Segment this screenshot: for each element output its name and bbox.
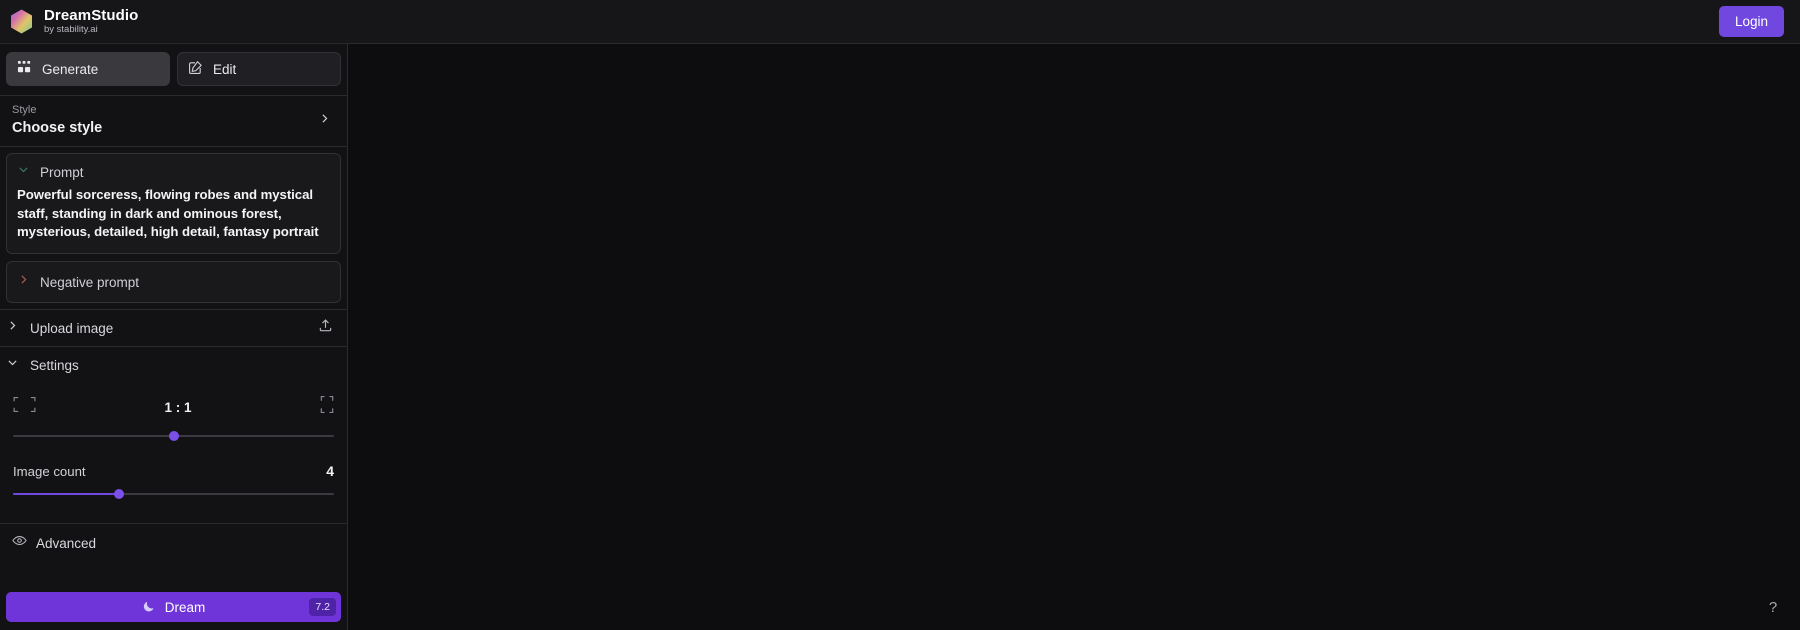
pencil-square-icon <box>188 60 203 78</box>
dreamstudio-logo-icon <box>8 8 35 35</box>
aspect-ratio-value: 1 : 1 <box>164 399 192 415</box>
tab-generate[interactable]: Generate <box>6 52 170 86</box>
slider-thumb[interactable] <box>113 489 124 500</box>
app-body: Generate Edit Style Choose style Prompt … <box>0 44 1800 630</box>
image-count-value: 4 <box>326 463 334 480</box>
style-label: Style <box>12 104 37 116</box>
chevron-right-icon <box>318 112 331 130</box>
prompt-header[interactable]: Prompt <box>17 163 330 181</box>
canvas-area[interactable]: ? <box>348 44 1800 630</box>
prompt-box[interactable]: Prompt Powerful sorceress, flowing robes… <box>6 153 341 255</box>
top-bar: DreamStudio by stability.ai Login <box>0 0 1800 44</box>
eye-icon <box>12 533 27 553</box>
advanced-row[interactable]: Advanced <box>0 523 347 562</box>
prompt-text[interactable]: Powerful sorceress, flowing robes and my… <box>17 186 330 242</box>
brand[interactable]: DreamStudio by stability.ai <box>8 6 139 36</box>
image-count-row: Image count 4 <box>13 463 334 479</box>
chevron-down-icon <box>6 356 19 374</box>
sidebar: Generate Edit Style Choose style Prompt … <box>0 44 348 630</box>
dream-button-label: Dream <box>164 599 206 615</box>
chevron-right-icon <box>6 319 19 337</box>
prompt-section: Prompt Powerful sorceress, flowing robes… <box>0 147 347 304</box>
negative-prompt-header[interactable]: Negative prompt <box>17 273 330 291</box>
advanced-label: Advanced <box>36 535 97 551</box>
login-button[interactable]: Login <box>1718 6 1784 37</box>
image-count-label: Image count <box>13 464 86 480</box>
style-value: Choose style <box>12 120 103 136</box>
settings-label: Settings <box>30 357 79 373</box>
negative-prompt-label: Negative prompt <box>40 274 140 290</box>
upload-image-row[interactable]: Upload image <box>0 309 347 346</box>
aspect-ratio-slider[interactable] <box>13 427 334 445</box>
image-count-slider[interactable] <box>13 485 334 503</box>
mode-tabs: Generate Edit <box>0 44 347 96</box>
dream-button[interactable]: Dream 7.2 <box>6 592 341 622</box>
upload-icon[interactable] <box>318 318 333 338</box>
help-button[interactable]: ? <box>1762 596 1784 618</box>
chevron-down-icon <box>17 163 30 181</box>
tab-generate-label: Generate <box>42 61 99 77</box>
tab-edit[interactable]: Edit <box>177 52 341 86</box>
landscape-frame-icon[interactable] <box>13 396 36 418</box>
prompt-label: Prompt <box>40 164 84 180</box>
dream-button-wrap: Dream 7.2 <box>6 592 341 622</box>
settings-row[interactable]: Settings <box>0 346 347 383</box>
credits-badge: 7.2 <box>309 598 336 616</box>
style-selector[interactable]: Style Choose style <box>0 96 347 147</box>
slider-fill <box>13 493 119 496</box>
brand-subtitle: by stability.ai <box>44 24 98 36</box>
moon-icon <box>142 599 156 616</box>
brand-title: DreamStudio <box>44 6 139 24</box>
portrait-frame-icon[interactable] <box>320 395 334 419</box>
negative-prompt-box[interactable]: Negative prompt <box>6 261 341 304</box>
chevron-right-icon <box>17 273 30 291</box>
aspect-ratio-row: 1 : 1 <box>13 393 334 421</box>
grid-icon <box>17 60 32 78</box>
upload-image-label: Upload image <box>30 320 114 336</box>
slider-thumb[interactable] <box>168 431 179 442</box>
settings-body: 1 : 1 Image count 4 <box>0 383 347 503</box>
tab-edit-label: Edit <box>213 61 237 77</box>
